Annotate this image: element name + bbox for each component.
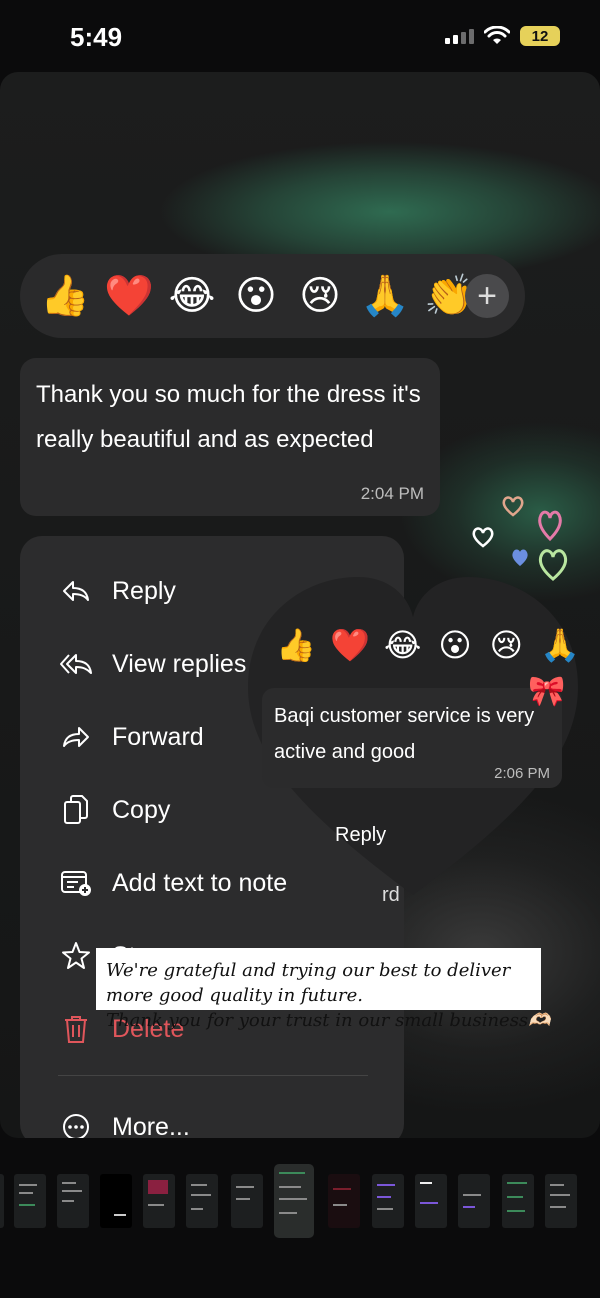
menu-label: View replies — [112, 649, 247, 678]
menu-label: Forward — [112, 722, 204, 751]
copy-icon — [58, 794, 94, 826]
star-icon — [58, 941, 94, 971]
message-bubble[interactable]: Thank you so much for the dress it's rea… — [20, 358, 440, 516]
menu-label: Reply — [112, 576, 176, 605]
thumbnail[interactable] — [502, 1174, 534, 1228]
doodle-heart-icon — [538, 510, 562, 542]
battery-icon: 12 — [520, 26, 560, 46]
menu-item-forward[interactable]: Forward — [58, 712, 204, 762]
bow-sticker: 🎀 — [528, 675, 566, 708]
thumbnail[interactable] — [415, 1174, 447, 1228]
menu-divider — [58, 1075, 368, 1076]
reaction-sad[interactable]: 😢 — [489, 629, 524, 661]
reaction-pray[interactable]: 🙏 — [540, 629, 580, 661]
caption-line: Thank you for your trust in our small bu… — [106, 1010, 551, 1031]
menu-item-reply[interactable]: Reply — [58, 566, 176, 616]
status-icons: 12 — [445, 26, 560, 46]
reaction-pray[interactable]: 🙏 — [360, 276, 410, 316]
thumbnail[interactable] — [231, 1174, 263, 1228]
menu-item-view-replies[interactable]: View replies — [58, 639, 246, 689]
message-text: Thank you so much for the dress it's rea… — [36, 381, 421, 453]
reaction-laugh[interactable]: 😂 — [384, 629, 421, 661]
caption-line: more good quality in future. — [106, 985, 363, 1006]
cellular-signal-icon — [445, 28, 474, 44]
thumbnail[interactable] — [14, 1174, 46, 1228]
heart-message-time: 2:06 PM — [494, 765, 550, 782]
wifi-icon — [484, 26, 510, 44]
thumbnail[interactable] — [143, 1174, 175, 1228]
forward-icon — [58, 725, 94, 749]
doodle-heart-icon — [512, 549, 528, 566]
heart-reaction-bar: 👍 ❤️ 😂 😮 😢 🙏 — [258, 620, 580, 670]
doodle-heart-icon — [502, 496, 524, 517]
status-time: 5:49 — [70, 22, 123, 52]
thumbnail[interactable] — [458, 1174, 490, 1228]
thumbnail[interactable] — [545, 1174, 577, 1228]
menu-item-more[interactable]: More... — [58, 1102, 190, 1138]
doodle-heart-icon — [472, 527, 494, 548]
heart-message-text: Baqi customer service is very active and… — [274, 705, 535, 763]
menu-item-copy[interactable]: Copy — [58, 785, 170, 835]
heart-partial-label: rd — [382, 884, 400, 906]
reaction-sad[interactable]: 😢 — [296, 276, 344, 316]
reaction-surprised[interactable]: 😮 — [437, 629, 472, 661]
thumbnail[interactable] — [186, 1174, 218, 1228]
story-caption: We're grateful and trying our best to de… — [96, 948, 551, 1031]
add-reaction-button[interactable]: + — [465, 274, 509, 318]
add-note-icon — [58, 869, 94, 897]
reply-icon — [58, 579, 94, 603]
reaction-laugh[interactable]: 😂 — [168, 276, 216, 316]
reaction-bar: 👍 ❤️ 😂 😮 😢 🙏 👏 + — [20, 254, 525, 338]
more-icon — [58, 1112, 94, 1138]
heart-message-bubble[interactable]: Baqi customer service is very active and… — [262, 688, 562, 788]
thumbnail[interactable] — [57, 1174, 89, 1228]
view-replies-icon — [58, 652, 94, 676]
thumbnail[interactable] — [0, 1174, 4, 1228]
reaction-heart[interactable]: ❤️ — [330, 629, 370, 661]
thumbnail[interactable] — [372, 1174, 404, 1228]
thumbnail[interactable] — [328, 1174, 360, 1228]
reaction-heart[interactable]: ❤️ — [104, 276, 154, 316]
menu-label: More... — [112, 1112, 190, 1139]
heart-reply-label: Reply — [335, 824, 387, 846]
caption-line: We're grateful and trying our best to de… — [106, 960, 511, 981]
reaction-thumbs-up[interactable]: 👍 — [276, 629, 316, 661]
message-time: 2:04 PM — [360, 484, 424, 503]
thumbnail-active[interactable] — [274, 1164, 314, 1238]
thumbnail-strip — [0, 1160, 600, 1240]
thumbnail[interactable] — [100, 1174, 132, 1228]
reaction-surprised[interactable]: 😮 — [232, 276, 280, 316]
trash-icon — [58, 1014, 94, 1044]
status-bar: 5:49 12 — [0, 0, 600, 72]
menu-label: Copy — [112, 795, 171, 824]
reaction-thumbs-up[interactable]: 👍 — [40, 276, 90, 316]
